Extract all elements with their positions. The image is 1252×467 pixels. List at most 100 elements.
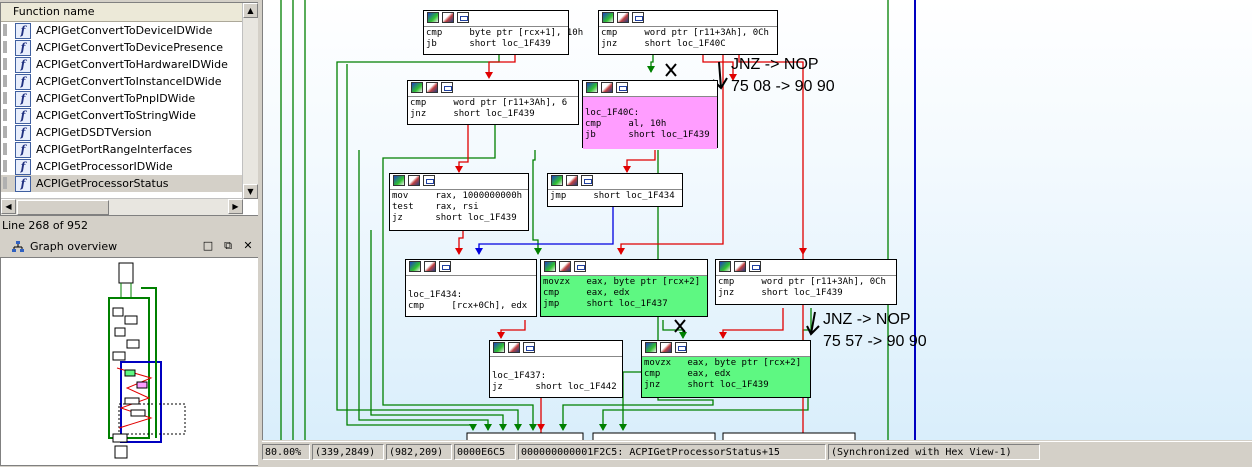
block-code: movzx eax, byte ptr [rcx+2] cmp eax, edx j… [541, 276, 707, 316]
code-block[interactable]: cmp word ptr [r11+3Ah], 6 jnz short loc_1… [407, 80, 579, 125]
horizontal-scrollbar[interactable]: ◀ ▶ [1, 198, 243, 215]
code-block-highlighted[interactable]: movzx eax, byte ptr [rcx+2] cmp eax, edx j… [540, 259, 708, 317]
code-block[interactable]: cmp word ptr [r11+3Ah], 0Ch jnz short loc… [598, 10, 778, 55]
edit-icon[interactable] [426, 82, 438, 93]
close-icon[interactable]: ✕ [242, 240, 254, 252]
block-code: cmp word ptr [r11+3Ah], 0Ch jnz short loc… [716, 276, 896, 300]
function-list-item[interactable]: f ACPIGetConvertToStringWide [1, 107, 243, 124]
code-block[interactable]: jmp short loc_1F434 [547, 173, 683, 207]
function-list-item[interactable]: f ACPIGetProcessorIDWide [1, 158, 243, 175]
function-icon: f [15, 23, 31, 39]
asm-line: test rax, rsi [392, 202, 479, 212]
edit-icon[interactable] [734, 261, 746, 272]
group-icon[interactable] [675, 342, 687, 353]
edit-icon[interactable] [408, 175, 420, 186]
block-code: movzx eax, byte ptr [rcx+2] cmp eax, edx j… [642, 357, 810, 397]
function-name: ACPIGetConvertToInstanceIDWide [36, 75, 222, 88]
function-list-item[interactable]: f ACPIGetDSDTVersion [1, 124, 243, 141]
functions-window: Function name f ACPIGetConvertToDeviceIDW… [0, 2, 260, 216]
graph-view[interactable]: cmp byte ptr [rcx+1], 10h jb short loc_1F… [262, 0, 1252, 440]
function-list-item[interactable]: f ACPIGetConvertToHardwareIDWide [1, 56, 243, 73]
code-block-highlighted[interactable]: loc_1F40C: cmp al, 10h jb short loc_1F439 [582, 80, 718, 149]
block-header [408, 81, 578, 97]
block-code: loc_1F40C: cmp al, 10h jb short loc_1F439 [583, 97, 717, 149]
code-block[interactable]: cmp byte ptr [rcx+1], 10h jb short loc_1F… [423, 10, 584, 55]
asm-line: jnz short loc_1F439 [410, 109, 535, 119]
scroll-right-arrow-icon[interactable]: ▶ [228, 199, 243, 214]
group-icon[interactable] [616, 82, 628, 93]
edit-icon[interactable] [424, 261, 436, 272]
group-icon[interactable] [441, 82, 453, 93]
edit-icon[interactable] [559, 261, 571, 272]
edit-icon[interactable] [617, 12, 629, 23]
edit-icon[interactable] [442, 12, 454, 23]
color-icon[interactable] [544, 261, 556, 272]
function-icon: f [15, 40, 31, 56]
graph-overview-canvas[interactable] [0, 257, 260, 466]
group-icon[interactable] [632, 12, 644, 23]
function-list-item[interactable]: f ACPIGetConvertToInstanceIDWide [1, 73, 243, 90]
function-name: ACPIGetConvertToDevicePresence [36, 41, 223, 54]
function-name: ACPIGetConvertToStringWide [36, 109, 196, 122]
function-icon: f [15, 57, 31, 73]
code-block[interactable]: mov rax, 1000000000h test rax, rsi jz shor… [389, 173, 529, 231]
color-icon[interactable] [493, 342, 505, 353]
block-code: cmp word ptr [r11+3Ah], 0Ch jnz short loc… [599, 27, 777, 51]
group-icon[interactable] [581, 175, 593, 186]
color-icon[interactable] [602, 12, 614, 23]
function-list: f ACPIGetConvertToDeviceIDWide f ACPIGetCon… [1, 22, 259, 192]
edit-icon[interactable] [508, 342, 520, 353]
function-icon: f [15, 176, 31, 192]
asm-line: cmp byte ptr [rcx+1], 10h [426, 28, 584, 38]
group-icon[interactable] [523, 342, 535, 353]
block-header [599, 11, 777, 27]
block-header [583, 81, 717, 97]
edit-icon[interactable] [566, 175, 578, 186]
patch-annotation-2-title: JNZ -> NOP [823, 311, 911, 328]
function-list-item[interactable]: f ACPIGetConvertToPnpIDWide [1, 90, 243, 107]
color-icon[interactable] [645, 342, 657, 353]
edit-icon[interactable] [660, 342, 672, 353]
code-block-highlighted[interactable]: movzx eax, byte ptr [rcx+2] cmp eax, edx j… [641, 340, 811, 398]
color-icon[interactable] [411, 82, 423, 93]
row-marker [3, 58, 7, 70]
group-icon[interactable] [439, 261, 451, 272]
color-icon[interactable] [409, 261, 421, 272]
block-header [716, 260, 896, 276]
group-icon[interactable] [423, 175, 435, 186]
current-address: 000000000001F2C5: ACPIGetProcessorStatus… [518, 444, 826, 460]
function-list-item[interactable]: f ACPIGetPortRangeInterfaces [1, 141, 243, 158]
function-list-item[interactable]: f ACPIGetConvertToDeviceIDWide [1, 22, 243, 39]
function-icon: f [15, 74, 31, 90]
zoom-level: 80.00% [262, 444, 310, 460]
vertical-scrollbar[interactable]: ▲ ▼ [242, 3, 259, 199]
color-icon[interactable] [719, 261, 731, 272]
function-name: ACPIGetPortRangeInterfaces [36, 143, 193, 156]
function-name-column-header[interactable]: Function name [1, 3, 244, 22]
color-icon[interactable] [393, 175, 405, 186]
group-icon[interactable] [749, 261, 761, 272]
row-marker [3, 126, 7, 138]
maximize-icon[interactable]: □ [202, 240, 214, 252]
code-block[interactable]: loc_1F434: cmp [rcx+0Ch], edx [405, 259, 537, 317]
code-block[interactable]: cmp word ptr [r11+3Ah], 0Ch jnz short loc… [715, 259, 897, 305]
edit-icon[interactable] [601, 82, 613, 93]
group-icon[interactable] [457, 12, 469, 23]
group-icon[interactable] [574, 261, 586, 272]
scroll-up-arrow-icon[interactable]: ▲ [243, 3, 258, 18]
code-block[interactable]: loc_1F437: jz short loc_1F442 [489, 340, 623, 398]
row-marker [3, 177, 7, 189]
asm-line: cmp word ptr [r11+3Ah], 0Ch [718, 277, 886, 287]
color-icon[interactable] [586, 82, 598, 93]
restore-icon[interactable]: ⧉ [222, 240, 234, 252]
function-name: ACPIGetConvertToHardwareIDWide [36, 58, 228, 71]
horizontal-scroll-thumb[interactable] [17, 200, 109, 215]
color-icon[interactable] [427, 12, 439, 23]
block-code: loc_1F434: cmp [rcx+0Ch], edx [406, 276, 536, 313]
function-list-item[interactable]: f ACPIGetProcessorStatus [1, 175, 243, 192]
function-list-item[interactable]: f ACPIGetConvertToDevicePresence [1, 39, 243, 56]
scroll-left-arrow-icon[interactable]: ◀ [1, 199, 16, 214]
patch-annotation-1-bytes: 75 08 -> 90 90 [731, 78, 835, 95]
scroll-down-arrow-icon[interactable]: ▼ [243, 184, 258, 199]
color-icon[interactable] [551, 175, 563, 186]
